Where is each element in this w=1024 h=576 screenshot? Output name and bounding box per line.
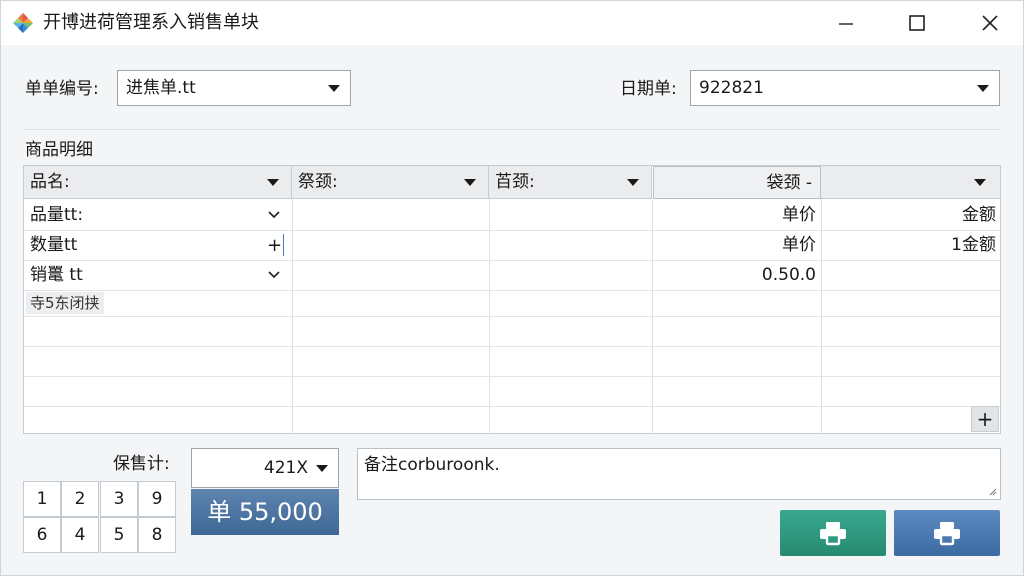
date-value: 922821 [699,78,764,98]
grid-line [24,290,1000,291]
table-cell: 销鼍 tt [30,265,83,285]
items-grid: 品名: 祭颈: 苩颈: 袋颈 - 品量tt: 单价 金额 数量tt + 单价 1… [23,165,1001,434]
order-number-select[interactable]: 进焦单.tt [117,70,351,106]
table-cell: 品量tt: [30,205,84,225]
column-header-label: 苩颈: [495,172,535,192]
chevron-down-icon[interactable] [267,268,281,282]
chevron-down-icon [974,179,986,186]
grid-line [24,260,1000,261]
column-header-label: 品名: [30,172,70,192]
date-label: 日期单: [620,79,677,99]
window-title: 开博进荷管理系入销售单块 [43,12,259,33]
keypad-key[interactable]: 3 [100,481,138,517]
chevron-down-icon [267,179,279,186]
chevron-down-icon [316,464,328,472]
column-header-spec[interactable]: 祭颈: [292,166,489,199]
keypad-key[interactable]: 5 [100,517,138,553]
minimize-icon [839,23,853,25]
add-row-button[interactable]: + [971,406,999,432]
total-select-value: 421X [263,458,308,478]
grid-line [24,346,1000,347]
printer-icon [934,522,960,546]
row-tag: 寺5东闭挟 [26,292,104,314]
details-section-title: 商品明细 [25,140,93,160]
keypad-key[interactable]: 6 [23,517,61,553]
close-button[interactable] [965,1,1015,45]
column-header-label: 祭颈: [298,172,338,192]
column-header-label: 袋颈 - [766,173,812,193]
table-cell: 0.50.0 [761,265,816,285]
chevron-down-icon[interactable] [267,208,281,222]
keypad-key[interactable]: 8 [138,517,176,553]
print-button-blue[interactable] [894,510,1000,556]
grid-line [24,406,1000,407]
table-cell: 金额 [962,205,996,225]
date-select[interactable]: 922821 [690,70,1000,106]
resize-grip-icon[interactable] [989,488,997,496]
total-amount-display: 单 55,000 [191,489,339,535]
grid-line [24,316,1000,317]
plus-icon[interactable]: + [267,237,282,255]
app-window: 开博进荷管理系入销售单块 单单编号: 进焦单.tt 日期单: 922821 商品… [0,0,1024,576]
table-cell: 单价 [782,205,816,225]
chevron-down-icon [464,179,476,186]
column-header-unit[interactable]: 苩颈: [489,166,652,199]
notes-text: 备注corburoonk. [364,455,500,475]
chevron-down-icon [328,84,340,92]
title-bar: 开博进荷管理系入销售单块 [1,1,1023,45]
table-cell: 1金额 [951,235,996,255]
notes-textarea[interactable]: 备注corburoonk. [357,448,1001,500]
grid-line [24,376,1000,377]
table-cell: 单价 [782,235,816,255]
minimize-button[interactable] [821,1,871,45]
printer-icon [820,522,846,546]
text-cursor [283,234,284,256]
column-header-total[interactable] [821,166,1000,199]
keypad-key[interactable]: 2 [61,481,99,517]
maximize-icon [909,15,925,31]
close-icon [982,15,998,31]
total-label: 保售计: [113,454,170,474]
header-divider [23,129,1001,130]
print-button-green[interactable] [780,510,886,556]
maximize-button[interactable] [892,1,942,45]
chevron-down-icon [977,84,989,92]
total-select[interactable]: 421X [191,448,339,488]
order-number-value: 进焦单.tt [126,78,196,98]
chevron-down-icon [627,179,639,186]
column-header-amount[interactable]: 袋颈 - [653,166,821,199]
keypad-key[interactable]: 1 [23,481,61,517]
number-keypad: 1 2 3 9 6 4 5 8 [23,481,177,553]
column-header-name[interactable]: 品名: [24,166,292,199]
plus-icon: + [976,407,994,431]
order-number-label: 单单编号: [25,79,99,99]
keypad-key[interactable]: 9 [138,481,176,517]
table-cell: 数量tt [30,235,78,255]
app-logo-icon [13,13,33,33]
keypad-key[interactable]: 4 [61,517,99,553]
